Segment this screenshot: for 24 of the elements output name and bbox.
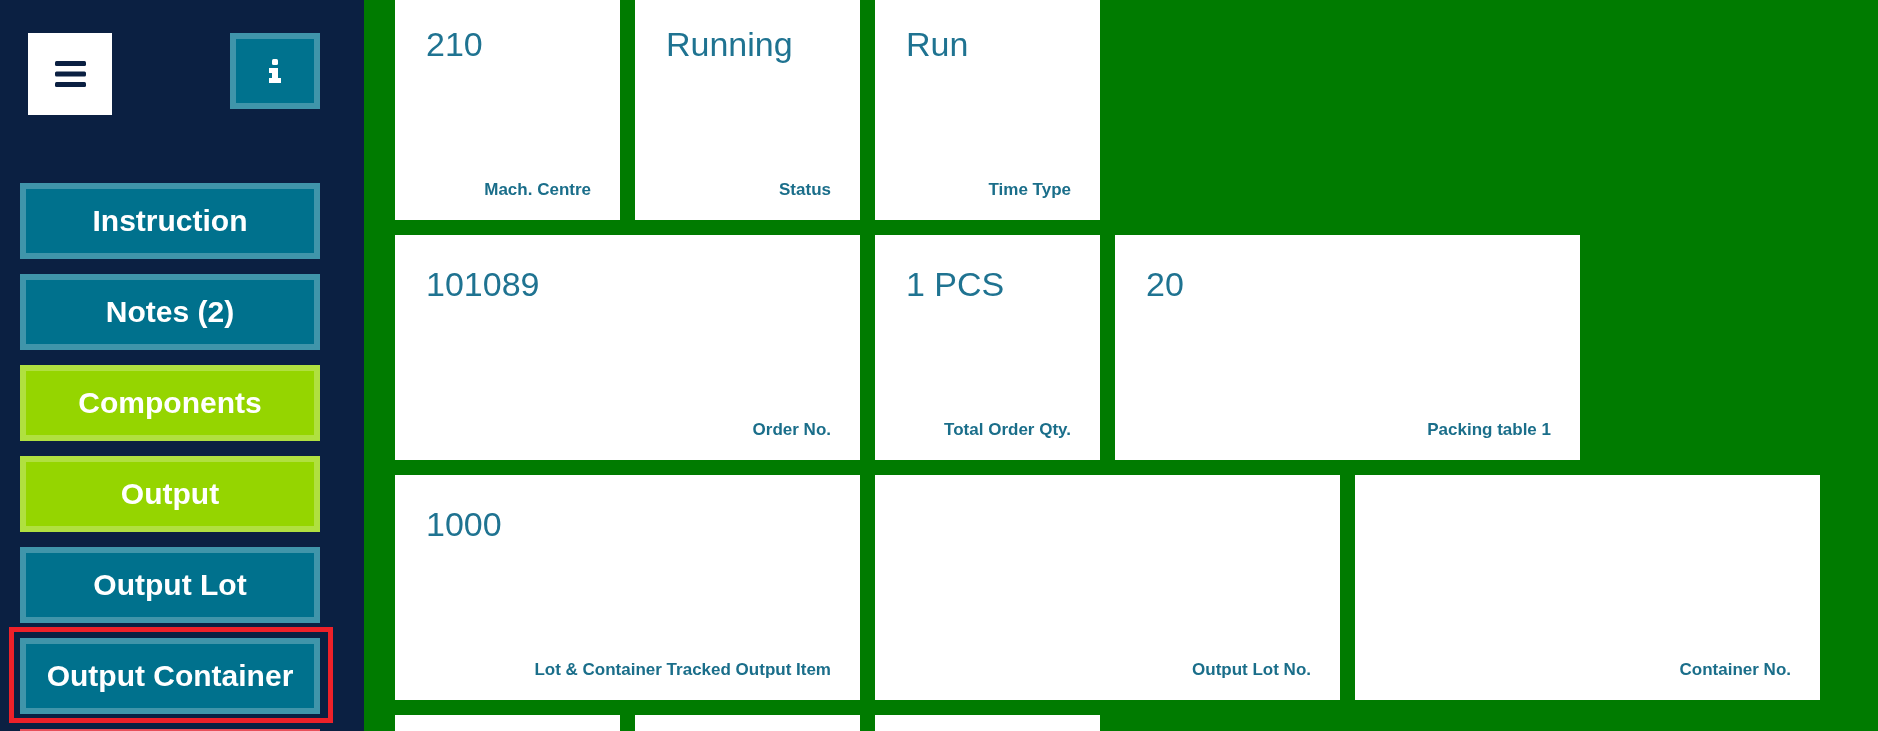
sidebar-button[interactable]: Instruction <box>20 183 320 259</box>
tile-label: Output Lot No. <box>1192 659 1311 681</box>
tile-label: Container No. <box>1679 659 1791 681</box>
info-icon <box>269 59 281 83</box>
tile-label: Lot & Container Tracked Output Item <box>534 659 831 681</box>
info-button[interactable] <box>230 33 320 109</box>
tile-value: 1000 <box>426 505 502 543</box>
tile-label: Total Order Qty. <box>944 419 1071 441</box>
tile-value: Run <box>906 25 969 63</box>
tile-label: Mach. Centre <box>484 179 591 201</box>
tile-label: Packing table 1 <box>1427 419 1551 441</box>
tile-label: Status <box>779 179 831 201</box>
tile-value: 101089 <box>426 265 540 303</box>
menu-button[interactable] <box>28 33 112 115</box>
tile-value: 20 <box>1146 265 1184 303</box>
sidebar-button[interactable]: Output Lot <box>20 547 320 623</box>
tile-label: Time Type <box>988 179 1071 201</box>
sidebar-button[interactable]: Notes (2) <box>20 274 320 350</box>
sidebar-button[interactable]: Output Container <box>9 627 333 723</box>
tile-label: Order No. <box>752 419 831 441</box>
tile-value: 1 PCS <box>906 265 1005 303</box>
tile-value: 210 <box>426 25 483 63</box>
tile-value: Running <box>666 25 793 63</box>
menu-icon <box>54 61 86 87</box>
